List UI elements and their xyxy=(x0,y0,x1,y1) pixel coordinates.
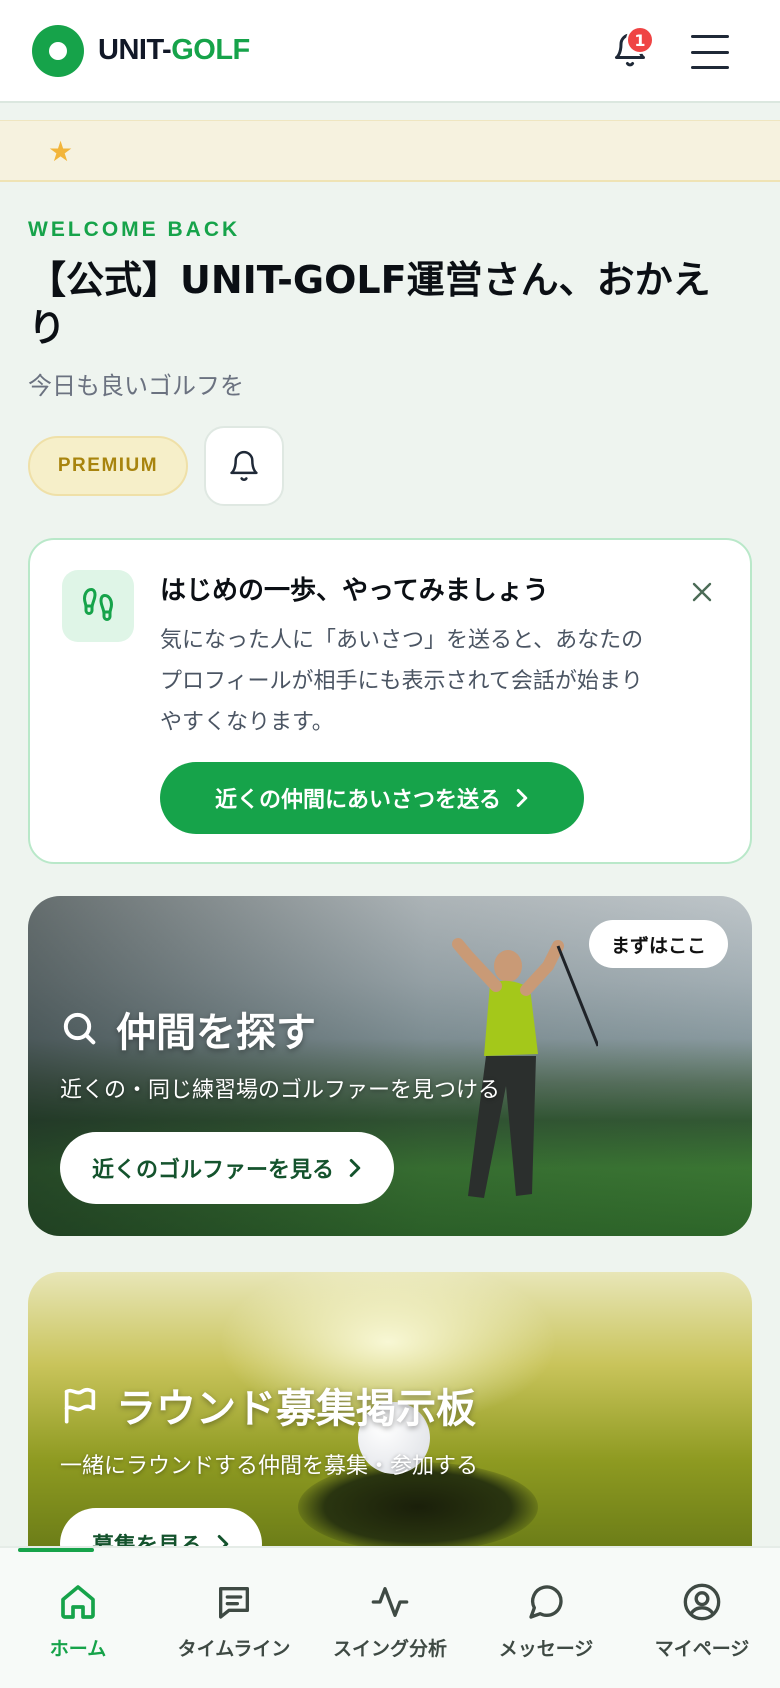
nav-messages[interactable]: メッセージ xyxy=(468,1548,624,1688)
close-icon xyxy=(692,582,712,602)
menu-line-icon xyxy=(691,66,729,69)
nav-timeline-label: タイムライン xyxy=(177,1638,291,1660)
premium-badge[interactable]: PREMIUM xyxy=(28,436,188,496)
hamburger-menu-button[interactable] xyxy=(688,30,732,74)
close-button[interactable] xyxy=(686,576,718,608)
star-icon: ★ xyxy=(48,135,74,168)
nav-swing-analysis[interactable]: スイング分析 xyxy=(312,1548,468,1688)
see-nearby-golfers-label: 近くのゴルファーを見る xyxy=(92,1158,335,1183)
menu-line-icon xyxy=(691,35,729,38)
search-icon xyxy=(63,1012,96,1045)
send-greeting-label: 近くの仲間にあいさつを送る xyxy=(214,788,501,813)
find-buddies-heading: 仲間を探す xyxy=(60,1000,316,1058)
logo-icon xyxy=(32,24,84,77)
onboarding-title: はじめの一歩、やってみましょう xyxy=(160,576,549,606)
notification-badge: 1 xyxy=(626,26,654,54)
send-greeting-button[interactable]: 近くの仲間にあいさつを送る xyxy=(160,762,584,834)
welcome-kicker: WELCOME BACK xyxy=(28,218,241,241)
user-circle-icon xyxy=(683,1583,721,1621)
footsteps-icon xyxy=(62,570,134,642)
nav-messages-label: メッセージ xyxy=(498,1638,594,1660)
chevron-right-icon xyxy=(349,1159,361,1177)
nav-swing-analysis-label: スイング分析 xyxy=(332,1638,447,1660)
find-buddies-subtitle: 近くの・同じ練習場のゴルファーを見つける xyxy=(60,1078,501,1103)
announcement-bar[interactable]: ★ xyxy=(0,120,780,182)
logo-text-golf: GOLF xyxy=(171,34,250,66)
nav-timeline[interactable]: タイムライン xyxy=(156,1548,312,1688)
round-board-subtitle: 一緒にラウンドする仲間を募集・参加する xyxy=(60,1454,479,1479)
onboarding-body: 気になった人に「あいさつ」を送ると、あなたのプロフィールが相手にも表示されて会話… xyxy=(160,628,644,735)
notification-settings-button[interactable] xyxy=(204,426,284,506)
nav-mypage-label: マイページ xyxy=(654,1638,750,1660)
see-nearby-golfers-button[interactable]: 近くのゴルファーを見る xyxy=(60,1132,395,1204)
find-buddies-title: 仲間を探す xyxy=(116,1010,316,1056)
menu-line-icon xyxy=(691,50,729,54)
welcome-title: 【公式】UNIT-GOLF運営さん、おかえり xyxy=(28,258,711,350)
find-buddies-card[interactable]: まずはここ 仲間を探す 近くの・同じ練習場のゴルファーを見つける 近くのゴルファ… xyxy=(28,896,752,1236)
nav-home[interactable]: ホーム xyxy=(0,1548,156,1688)
flag-icon xyxy=(64,1387,96,1424)
nav-home-label: ホーム xyxy=(49,1638,107,1660)
welcome-subtitle: 今日も良いゴルフを xyxy=(28,372,244,400)
start-here-tag: まずはここ xyxy=(588,920,728,968)
bottom-navigation: ホーム タイムライン スイング分析 メッセージ マイページ xyxy=(0,1546,780,1688)
round-board-heading: ラウンド募集掲示板 xyxy=(60,1376,476,1434)
chevron-right-icon xyxy=(516,789,528,807)
nav-mypage[interactable]: マイページ xyxy=(624,1548,780,1688)
bell-icon xyxy=(230,450,258,481)
home-icon xyxy=(61,1585,95,1619)
logo-text-unit: UNIT- xyxy=(98,34,172,66)
onboarding-card: はじめの一歩、やってみましょう 気になった人に「あいさつ」を送ると、あなたのプロ… xyxy=(28,538,752,864)
app-header: UNIT-GOLF xyxy=(0,0,780,103)
timeline-icon xyxy=(219,1587,249,1619)
activity-icon xyxy=(371,1587,409,1617)
active-indicator xyxy=(18,1548,94,1552)
round-board-title: ラウンド募集掲示板 xyxy=(116,1386,476,1432)
app-logo[interactable]: UNIT-GOLF xyxy=(98,34,250,67)
chat-icon xyxy=(529,1585,563,1619)
